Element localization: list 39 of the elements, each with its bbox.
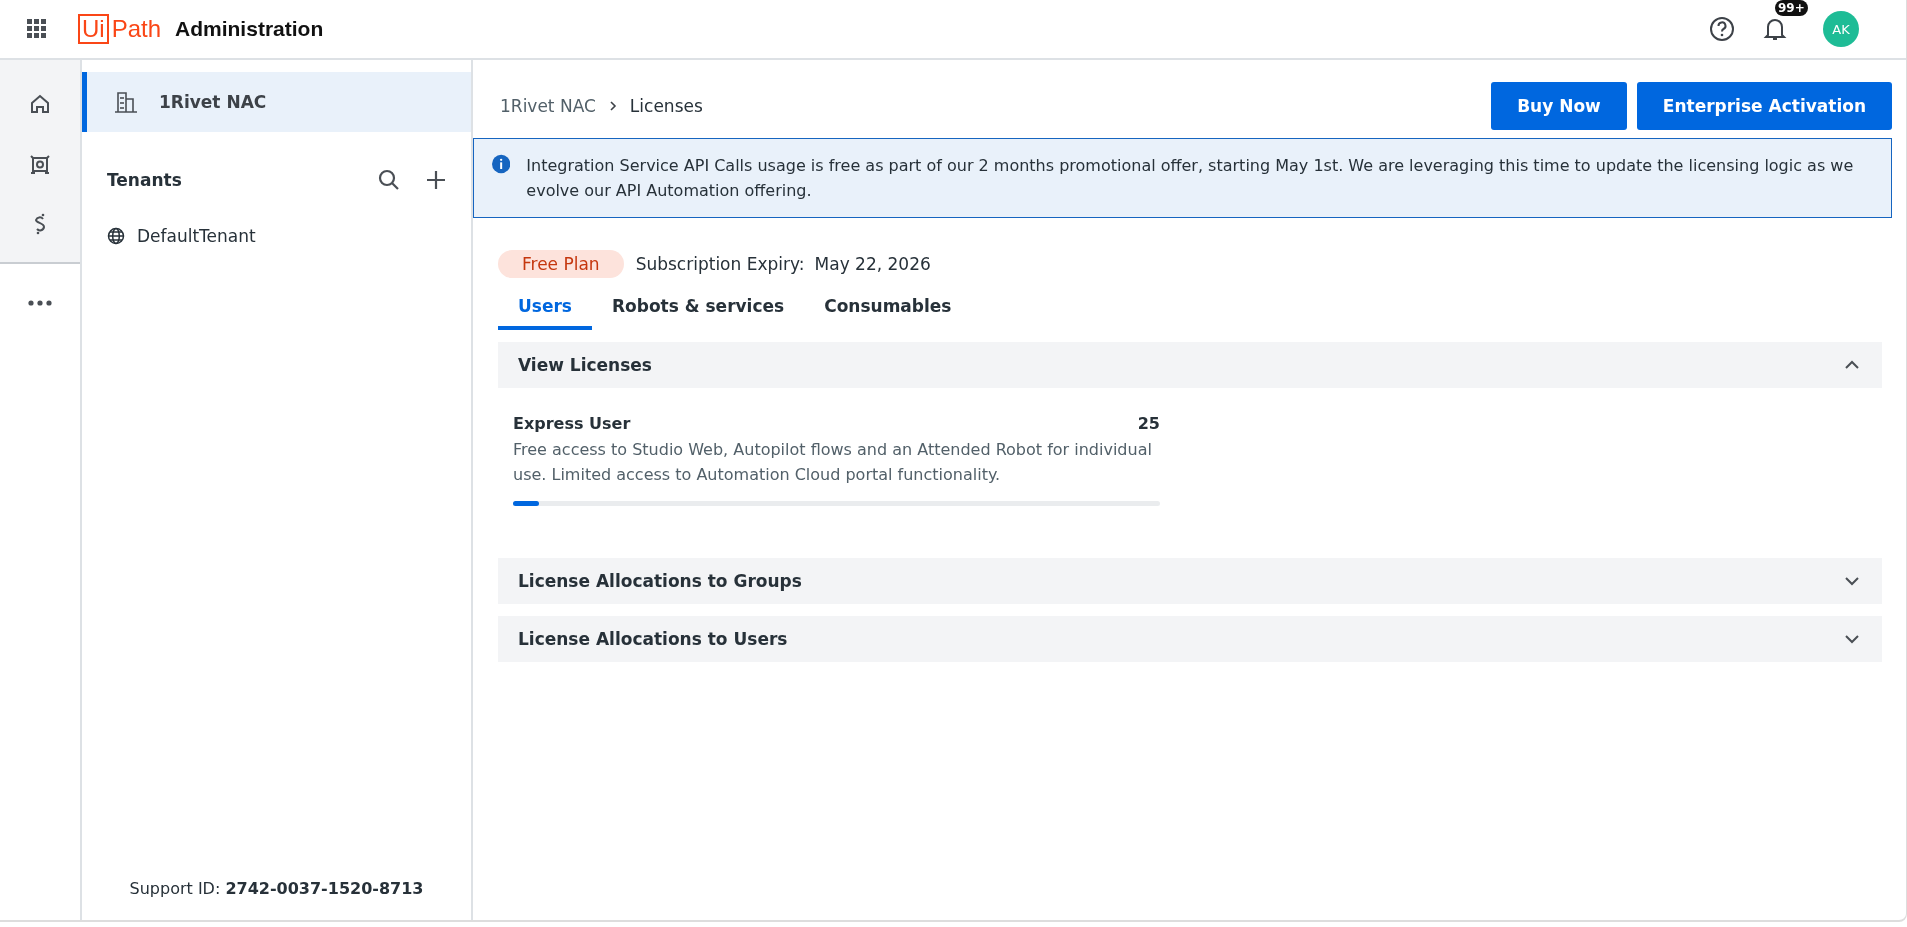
home-icon	[28, 92, 52, 116]
globe-icon	[107, 227, 125, 245]
building-icon	[113, 90, 139, 114]
chevron-right-icon	[607, 100, 618, 112]
more-icon[interactable]	[28, 300, 52, 306]
tab[interactable]: Consumables	[804, 288, 972, 330]
help-icon[interactable]	[1709, 16, 1735, 42]
license-count: 25	[1137, 414, 1160, 433]
chevron-up-icon	[1844, 360, 1860, 370]
breadcrumb-link[interactable]: 1Rivet NAC	[500, 96, 596, 116]
accordion-header[interactable]: License Allocations to Users	[498, 616, 1882, 662]
expiry-label: Subscription Expiry:	[635, 254, 805, 274]
accordion-header[interactable]: View Licenses	[498, 342, 1882, 388]
add-icon[interactable]	[425, 169, 447, 191]
tenants-heading: Tenants	[107, 170, 183, 190]
bell-icon[interactable]	[1763, 16, 1787, 42]
robot-icon	[28, 152, 52, 176]
organization-item[interactable]: 1Rivet NAC	[82, 72, 471, 132]
app-title: Administration	[175, 17, 324, 41]
logo: Ui Path	[78, 14, 162, 44]
accordion-header[interactable]: License Allocations to Groups	[498, 558, 1882, 604]
tab[interactable]: Robots & services	[591, 288, 805, 330]
info-icon	[492, 153, 511, 175]
tab[interactable]: Users	[498, 288, 592, 330]
apps-grid-icon[interactable]	[27, 19, 47, 39]
expiry-date: May 22, 2026	[814, 254, 931, 274]
breadcrumb-current: Licenses	[629, 96, 703, 116]
chevron-down-icon	[1844, 576, 1860, 586]
chevron-down-icon	[1844, 634, 1860, 644]
plan-badge: Free Plan	[498, 250, 624, 278]
tenant-item[interactable]: DefaultTenant	[82, 222, 471, 250]
license-description: Free access to Studio Web, Autopilot flows and an Attended Robot for individual use. Limited access to Automation Cloud portal functionality.	[513, 439, 1153, 486]
buy-now-button[interactable]: Buy Now	[1491, 82, 1627, 130]
activation-button[interactable]: Enterprise Activation	[1636, 82, 1892, 130]
search-icon[interactable]	[377, 168, 401, 192]
banner-text: Integration Service API Calls usage is free as part of our 2 months promotional offer, starting May 1st. We are leveraging this time to update the licensing logic as we evolve our API Automation offering.	[526, 155, 1855, 202]
notification-badge: 99+	[1775, 0, 1808, 16]
support-id: Support ID: 2742-0037-1520-8713	[128, 879, 425, 898]
license-name: Express User	[513, 414, 631, 433]
